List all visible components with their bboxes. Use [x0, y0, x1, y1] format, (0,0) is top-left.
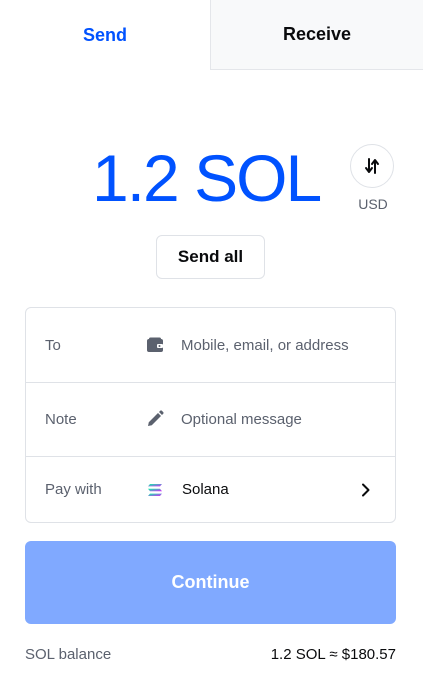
note-label: Note: [45, 410, 77, 428]
solana-icon: [145, 480, 165, 500]
amount-section: 1.2 SOL USD: [0, 138, 423, 218]
pencil-icon: [145, 409, 165, 429]
wallet-icon: [145, 335, 165, 355]
to-row[interactable]: To: [26, 308, 395, 383]
send-all-button[interactable]: Send all: [156, 235, 265, 279]
swap-vertical-arrows-icon: [365, 158, 379, 174]
tab-send[interactable]: Send: [0, 0, 210, 70]
send-form-card: To Note Pay with: [25, 307, 396, 523]
pay-with-row[interactable]: Pay with Solana: [26, 456, 395, 522]
pay-with-label: Pay with: [45, 481, 102, 498]
continue-button[interactable]: Continue: [25, 541, 396, 624]
balance-value: 1.2 SOL ≈ $180.57: [270, 646, 396, 663]
note-row[interactable]: Note: [26, 382, 395, 457]
balance-label: SOL balance: [25, 646, 112, 663]
pay-with-asset: Solana: [182, 481, 229, 498]
note-input[interactable]: [181, 410, 381, 428]
chevron-right-icon: [359, 483, 373, 497]
to-label: To: [45, 336, 61, 354]
send-receive-tabs: Send Receive: [0, 0, 423, 70]
balance-row: SOL balance 1.2 SOL ≈ $180.57: [25, 646, 396, 666]
recipient-input[interactable]: [181, 336, 381, 354]
toggle-currency-label: USD: [358, 196, 388, 212]
currency-swap-button[interactable]: [350, 144, 394, 188]
tab-receive[interactable]: Receive: [210, 0, 423, 70]
amount-display[interactable]: 1.2 SOL: [92, 138, 322, 218]
